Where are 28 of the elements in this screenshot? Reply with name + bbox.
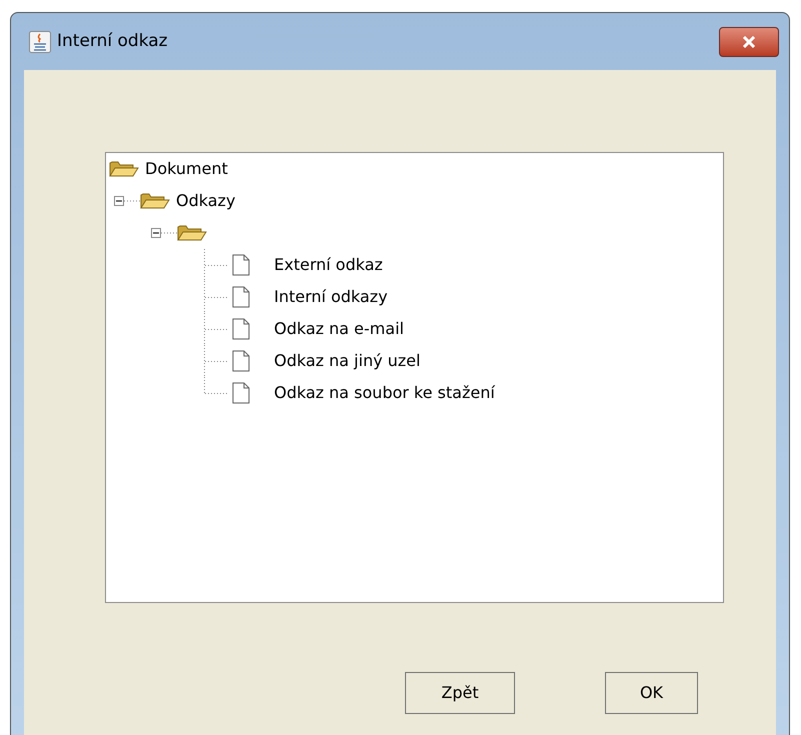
dialog-button[interactable]: OK (605, 672, 698, 714)
tree-item[interactable]: Externí odkaz (274, 253, 383, 277)
close-button[interactable] (719, 26, 779, 56)
folder-icon (109, 160, 139, 178)
folder-icon (140, 192, 170, 210)
collapse-toggle-icon[interactable] (114, 196, 124, 206)
collapse-toggle-icon[interactable] (151, 228, 161, 238)
tree-connector-line (161, 232, 177, 234)
document-icon (232, 350, 250, 372)
window-title: Interní odkaz (57, 30, 168, 53)
tree-item[interactable]: Odkaz na soubor ke stažení (274, 381, 495, 405)
tree-item[interactable]: Interní odkazy (274, 285, 388, 309)
tree-connector-line (204, 249, 228, 281)
document-icon (232, 254, 250, 276)
close-icon (742, 36, 756, 48)
document-icon (232, 318, 250, 340)
tree-item[interactable]: Odkaz na e-mail (274, 317, 404, 341)
document-icon (232, 286, 250, 308)
tree-item[interactable]: Dokument (145, 157, 228, 181)
tree-connector-line (124, 200, 140, 202)
dialog-button[interactable]: Zpět (405, 672, 515, 714)
cup-icon (29, 30, 51, 52)
tree-item[interactable]: Odkaz na jiný uzel (274, 349, 420, 373)
folder-icon (177, 224, 207, 242)
tree-connector-line (204, 313, 228, 345)
tree-item[interactable]: Odkazy (176, 189, 236, 213)
document-icon (232, 382, 250, 404)
tree-connector-line (204, 281, 228, 313)
